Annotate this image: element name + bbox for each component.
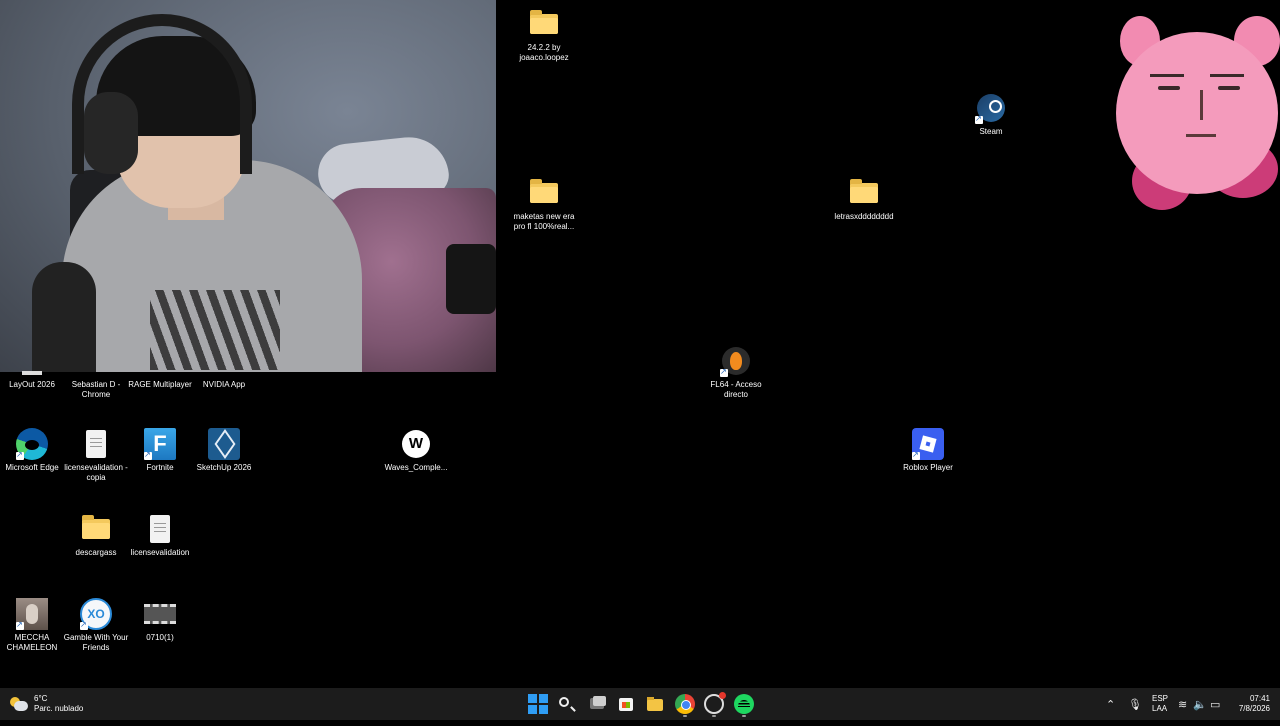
search-icon[interactable] (559, 697, 569, 707)
desktop-icon-meccha[interactable]: MECCHA CHAMELEON (0, 598, 68, 653)
kirby-face (1116, 32, 1278, 194)
desktop-icon-label: Sebastian D - Chrome (71, 380, 121, 399)
kirby-brow-right (1210, 74, 1244, 77)
desktop-icon-descargass[interactable]: descargass (60, 513, 132, 558)
desktop-icon-label: Microsoft Edge (5, 463, 59, 472)
spotify-icon[interactable] (734, 694, 754, 714)
desktop-icon-folder-2422[interactable]: 24.2.2 by joaaco.loopez (508, 8, 580, 63)
desktop-icon-roblox[interactable]: Roblox Player (892, 428, 964, 473)
desktop-icon-label: Roblox Player (903, 463, 953, 472)
desktop-icon-rage[interactable]: RAGE Multiplayer (124, 345, 196, 390)
desktop-icon-label: Fortnite (146, 463, 174, 472)
weather-temp: 6°C (34, 694, 48, 703)
task-view-icon[interactable] (588, 694, 608, 714)
desktop-icon-license[interactable]: licensevalidation (124, 513, 196, 558)
kirby-eye-left (1158, 86, 1180, 90)
roblox-icon (912, 428, 944, 460)
volume-icon[interactable]: 🔈 (1193, 698, 1207, 711)
desktop-icon-label: Waves_Comple... (384, 463, 448, 472)
webcam-overlay (0, 0, 496, 372)
desktop-icon-label: RAGE Multiplayer (128, 380, 192, 389)
document-icon (144, 513, 176, 545)
desktop-icon-waves[interactable]: W Waves_Comple... (380, 428, 452, 473)
weather-widget[interactable]: 6°C Parc. nublado (10, 694, 83, 714)
nvidia-icon (208, 345, 240, 377)
desktop-icon-letras[interactable]: letrasxdddddddd (828, 177, 900, 222)
gamble-icon: XO (80, 598, 112, 630)
desktop-icon-edge[interactable]: Microsoft Edge (0, 428, 68, 473)
weather-condition: Parc. nublado (34, 704, 84, 713)
steam-icon (975, 92, 1007, 124)
kirby-mouth (1186, 134, 1216, 137)
desktop-icon-label: SketchUp 2026 (196, 463, 252, 472)
desktop-icon-label: LayOut 2026 (9, 380, 55, 389)
kirby-sticker (1114, 12, 1280, 212)
desktop-icon-sebastian[interactable]: Sebastian D - Chrome (60, 345, 132, 400)
desktop-icon-label: NVIDIA App (202, 380, 246, 389)
waves-icon: W (400, 428, 432, 460)
meccha-chameleon-icon (16, 598, 48, 630)
running-indicator (742, 715, 746, 717)
clock-time: 07:41 (1249, 694, 1270, 703)
running-indicator (712, 715, 716, 717)
keyboard-layout: LAA (1152, 704, 1168, 713)
running-indicator (683, 715, 687, 717)
layout-icon (16, 345, 48, 377)
desktop-icon-label: Steam (979, 127, 1003, 136)
desktop-icon-label: FL64 - Acceso directo (710, 380, 762, 399)
desktop-icon-sketchup[interactable]: SketchUp 2026 (188, 428, 260, 473)
folder-icon (528, 177, 560, 209)
desktop-icon-label: letrasxdddddddd (834, 212, 894, 221)
desktop-icon-gamble[interactable]: XO Gamble With Your Friends (60, 598, 132, 653)
microphone-icon[interactable]: 🎙 (1128, 698, 1142, 711)
sketchup-icon (208, 428, 240, 460)
desktop-icon-label: Gamble With Your Friends (63, 633, 129, 652)
microsoft-store-icon[interactable] (616, 694, 636, 714)
fortnite-icon: F (144, 428, 176, 460)
kirby-eye-right (1218, 86, 1240, 90)
desktop-icon-steam[interactable]: Steam (955, 92, 1027, 137)
folder-icon (80, 513, 112, 545)
video-file-icon (144, 598, 176, 630)
kirby-nose (1200, 90, 1203, 120)
desktop-icon-label: 24.2.2 by joaaco.loopez (519, 43, 569, 62)
folder-icon (528, 8, 560, 40)
rage-multiplayer-icon (144, 345, 176, 377)
desktop-icon-layout[interactable]: LayOut 2026 (0, 345, 68, 390)
clock-date: 7/8/2026 (1238, 704, 1270, 713)
start-button[interactable] (528, 694, 548, 714)
desktop-icon-maketas[interactable]: maketas new era pro fl 100%real... (508, 177, 580, 232)
language-code: ESP (1152, 694, 1169, 703)
chrome-profile-icon (80, 345, 112, 377)
obs-icon[interactable] (704, 692, 726, 714)
file-explorer-icon[interactable] (645, 694, 665, 714)
edge-icon (16, 428, 48, 460)
wifi-icon[interactable]: ≋ (1178, 698, 1187, 711)
desktop-icon-fl64[interactable]: FL64 - Acceso directo (700, 345, 772, 400)
chrome-icon[interactable] (675, 694, 695, 714)
desktop-icon-video[interactable]: 0710(1) (124, 598, 196, 643)
webcam-object (446, 244, 496, 314)
desktop-icon-label: MECCHA CHAMELEON (6, 633, 58, 652)
desktop-icon-label: 0710(1) (146, 633, 174, 642)
weather-text: 6°C Parc. nublado (34, 694, 83, 714)
chevron-up-icon[interactable]: ⌃ (1106, 698, 1115, 711)
taskbar: 6°C Parc. nublado ⌃ 🎙 ESP LAA ≋ 🔈 ▭ 07:4… (0, 688, 1280, 720)
kirby-brow-left (1150, 74, 1184, 77)
fl-studio-icon (720, 345, 752, 377)
desktop-icon-nvidia[interactable]: NVIDIA App (188, 345, 260, 390)
desktop-icon-label: licensevalidation (130, 548, 190, 557)
clock[interactable]: 07:41 7/8/2026 (1239, 694, 1270, 714)
battery-icon[interactable]: ▭ (1210, 698, 1220, 711)
desktop-icon-label: licensevalidation - copia (64, 463, 128, 482)
input-language[interactable]: ESP LAA (1152, 694, 1168, 726)
partly-cloudy-icon (10, 697, 28, 711)
desktop-icon-label: maketas new era pro fl 100%real... (513, 212, 575, 231)
desktop-icon-fortnite[interactable]: F Fortnite (124, 428, 196, 473)
headphone-earcup (84, 92, 138, 174)
desktop-icon-license-copia[interactable]: licensevalidation - copia (60, 428, 132, 483)
folder-icon (848, 177, 880, 209)
desktop-icon-label: descargass (75, 548, 117, 557)
document-icon (80, 428, 112, 460)
